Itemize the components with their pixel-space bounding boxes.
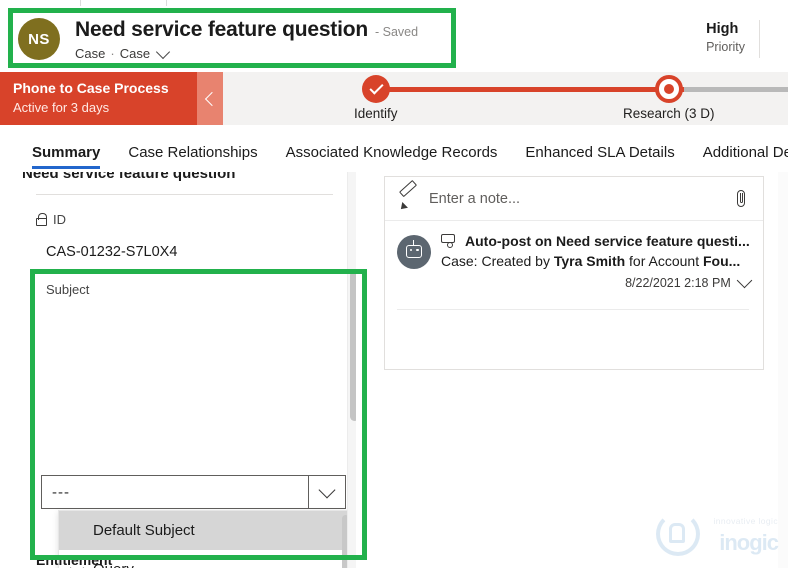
stage-label: Research [623,106,681,121]
dynamics-case-form-screen: NS Need service feature question - Saved… [0,0,788,568]
stage-label: Identify [354,106,398,121]
case-title-field-clipped: Need service feature question [22,172,236,182]
tab-case-relationships[interactable]: Case Relationships [114,144,271,172]
page-scrollbar[interactable] [778,172,788,568]
record-header: NS Need service feature question - Saved… [0,6,788,68]
record-subheader: Case · Case [75,44,171,61]
timeline-post-body: Auto-post on Need service feature questi… [441,231,753,290]
post-footer: 8/22/2021 2:18 PM [441,272,753,290]
subject-field-label: Subject [46,282,89,297]
header-field-divider [759,20,760,58]
priority-value: High [706,21,739,37]
post-title: Auto-post on Need service feature questi… [465,233,750,249]
note-composer-row[interactable]: Enter a note... [385,177,763,221]
process-name: Phone to Case Process [13,80,169,96]
chevron-down-icon [318,481,336,498]
id-field-label: ID [36,212,66,227]
check-icon [361,75,390,103]
watermark-name: inogic [719,530,779,555]
bot-icon [397,235,431,269]
subject-combobox[interactable]: --- [41,475,346,509]
post-account[interactable]: Fou... [703,253,740,269]
watermark-tagline: innovative logic [713,516,778,526]
inogic-logo-icon [656,512,700,556]
auto-post-icon [441,233,458,249]
process-stage-identify[interactable]: Identify [354,75,398,121]
process-stage-research[interactable]: Research (3 D) [623,75,715,121]
entitlement-field-clipped: Entitlement [36,556,113,568]
page-title: Need service feature question [75,18,368,41]
process-collapse-button[interactable] [197,72,223,125]
header-field-group: High Priority [692,20,770,58]
record-title-row: Need service feature question - Saved [75,18,418,42]
subject-dropdown-button[interactable] [308,476,345,508]
pencil-icon [397,179,419,212]
tab-additional-details[interactable]: Additional Det [689,144,788,172]
form-scrollbar[interactable] [347,172,356,568]
process-name-block[interactable]: Phone to Case Process Active for 3 days [0,72,197,125]
paperclip-icon[interactable] [733,189,749,209]
timeline-post[interactable]: Auto-post on Need service feature questi… [385,225,763,290]
chevron-down-icon[interactable] [155,44,171,60]
tab-associated-knowledge-records[interactable]: Associated Knowledge Records [272,144,512,172]
general-form-column: Need service feature question ID CAS-012… [0,172,356,568]
stage-duration: (3 D) [684,106,715,121]
post-description: Case: Created by Tyra Smith for Account … [441,253,750,269]
process-stage-track: Identify Research (3 D) [223,72,788,125]
timeline-panel: Enter a note... Auto-post on Need servic… [384,176,764,370]
chevron-left-icon [204,91,219,106]
stage-label-wrap: Research (3 D) [623,106,715,121]
tab-enhanced-sla-details[interactable]: Enhanced SLA Details [511,144,688,172]
separator-dot: · [110,46,115,61]
save-status: - Saved [374,25,419,39]
note-input[interactable]: Enter a note... [429,191,733,207]
process-duration: Active for 3 days [13,100,110,115]
post-divider [397,309,749,310]
lock-icon [36,213,47,226]
avatar: NS [18,18,60,60]
field-divider [36,194,333,195]
inogic-watermark: innovative logic inogic [656,510,779,562]
post-desc-prefix: Case: Created by [441,253,554,269]
post-author[interactable]: Tyra Smith [554,253,625,269]
business-process-flow-bar: Phone to Case Process Active for 3 days … [0,72,788,125]
form-scrollbar-thumb[interactable] [350,271,356,421]
subject-input[interactable]: --- [42,484,308,501]
entity-label: Case [75,46,106,61]
list-item[interactable]: Default Subject [59,511,352,550]
subject-label-text: Subject [46,282,90,297]
target-icon [654,75,683,103]
post-desc-middle: for Account [625,253,703,269]
list-item-label: Default Subject [93,522,195,539]
chevron-down-icon[interactable] [736,272,753,289]
header-field-priority[interactable]: High Priority [692,20,759,56]
id-label-text: ID [53,212,66,227]
tab-summary[interactable]: Summary [18,144,114,172]
priority-label: Priority [706,40,745,54]
id-field-value: CAS-01232-S7L0X4 [46,244,178,260]
form-selector-label[interactable]: Case [120,46,150,61]
post-timestamp: 8/22/2021 2:18 PM [625,275,731,290]
form-body: Need service feature question ID CAS-012… [0,172,788,568]
form-tab-bar: Summary Case Relationships Associated Kn… [0,125,788,173]
